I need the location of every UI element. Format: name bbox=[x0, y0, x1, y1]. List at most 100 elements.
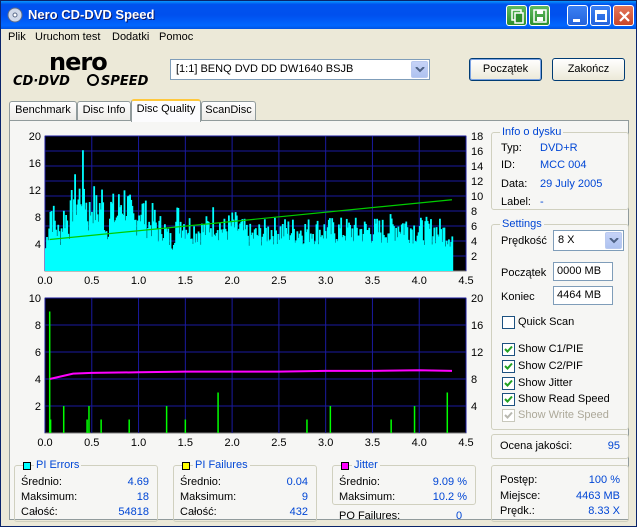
menu-help[interactable]: Pomoc bbox=[159, 31, 193, 43]
pi-errors-total-value: 54818 bbox=[118, 506, 149, 518]
pi-x-tick-label: 3.0 bbox=[318, 275, 333, 287]
position-label: Miejsce: bbox=[500, 490, 541, 502]
check-icon bbox=[504, 362, 513, 370]
quick-scan-option[interactable]: Quick Scan bbox=[502, 316, 622, 330]
save-button[interactable] bbox=[529, 5, 550, 26]
speed-select[interactable]: 8 X bbox=[553, 230, 624, 251]
pif-x-tick-label: 2.0 bbox=[224, 437, 239, 449]
save-icon bbox=[533, 9, 547, 23]
charts-area: 0.0 0.5 1.0 1.5 2.0 2.5 3.0 3.5 4.0 4.5 2 4 6 8 10 12 14… bbox=[29, 131, 484, 449]
minimize-icon bbox=[573, 19, 580, 22]
jitter-color-swatch bbox=[341, 462, 349, 470]
tab-benchmark[interactable]: Benchmark bbox=[9, 101, 77, 121]
menu-run-test[interactable]: Uruchom test bbox=[35, 31, 100, 43]
pif-x-tick-label: 0.0 bbox=[37, 437, 52, 449]
disc-info-title: Info o dysku bbox=[500, 126, 564, 138]
exit-button[interactable]: Zakończ bbox=[552, 58, 625, 81]
tab-scandisc[interactable]: ScanDisc bbox=[201, 101, 256, 121]
start-button[interactable]: Początek bbox=[469, 58, 542, 81]
menu-file[interactable]: Plik bbox=[8, 31, 26, 43]
start-label: Początek bbox=[501, 267, 547, 279]
quality-score-label: Ocena jakości: bbox=[500, 440, 573, 452]
pi-y-left-tick-label: 20 bbox=[29, 131, 41, 143]
quick-scan-label: Quick Scan bbox=[518, 316, 575, 328]
show-c2-checkbox[interactable] bbox=[502, 360, 515, 373]
show-c1-checkbox[interactable] bbox=[502, 343, 515, 356]
pif-y-right-tick-label: 16 bbox=[471, 320, 483, 332]
nero-logo: nero CD·DVD SPEED bbox=[13, 51, 149, 89]
pif-y-right-tick-label: 20 bbox=[471, 293, 483, 305]
disc-type-value: DVD+R bbox=[540, 142, 578, 154]
menu-extras[interactable]: Dodatki bbox=[112, 31, 149, 43]
pi-errors-color-swatch bbox=[23, 462, 31, 470]
pif-plot-background bbox=[44, 297, 467, 434]
pi-error-bar bbox=[451, 236, 454, 271]
chevron-down-icon bbox=[609, 238, 619, 244]
po-failures-label: PO Failures: bbox=[339, 510, 401, 522]
read-speed-label: Prędk.: bbox=[500, 505, 535, 517]
show-c1-option[interactable]: Show C1/PIE bbox=[502, 343, 622, 357]
pi-failures-total-value: 432 bbox=[289, 506, 308, 518]
tab-disc-info[interactable]: Disc Info bbox=[77, 101, 131, 121]
pif-y-left-tick-label: 2 bbox=[35, 401, 41, 413]
svg-text:nero: nero bbox=[49, 51, 107, 76]
minimize-button[interactable] bbox=[567, 5, 588, 26]
drive-dropdown-button[interactable] bbox=[411, 61, 428, 78]
drive-select-value: [1:1] BENQ DVD DD DW1640 BSJB bbox=[176, 63, 354, 75]
close-button[interactable] bbox=[613, 5, 634, 26]
disc-label-label: Label: bbox=[501, 196, 531, 208]
pi-x-tick-label: 0.5 bbox=[84, 275, 99, 287]
show-jitter-checkbox[interactable] bbox=[502, 377, 515, 390]
show-jitter-option[interactable]: Show Jitter bbox=[502, 377, 622, 391]
start-input-value: 0000 MB bbox=[557, 265, 602, 277]
check-icon bbox=[504, 411, 513, 419]
progress-box: Postęp: 100 % Miejsce: 4463 MB Prędk.: 8… bbox=[491, 465, 629, 522]
pi-x-tick-label: 1.5 bbox=[178, 275, 193, 287]
pi-failures-chart: 0.0 0.5 1.0 1.5 2.0 2.5 3.0 3.5 4.0 4.54812162024… bbox=[29, 293, 484, 449]
drive-select[interactable]: [1:1] BENQ DVD DD DW1640 BSJB bbox=[170, 59, 430, 80]
window-title: Nero CD-DVD Speed bbox=[28, 7, 155, 22]
maximize-button[interactable] bbox=[590, 5, 611, 26]
pi-failures-stats: PI Failures Średnio: 0.04 Maksimum: 9 Ca… bbox=[173, 459, 317, 522]
menu-bar: Plik Uruchom test Dodatki Pomoc bbox=[1, 29, 636, 47]
svg-text:CD·DVD: CD·DVD bbox=[13, 74, 70, 89]
pi-failures-color-swatch bbox=[182, 462, 190, 470]
pif-y-left-tick-label: 10 bbox=[29, 293, 41, 305]
quick-scan-checkbox[interactable] bbox=[502, 316, 515, 329]
disc-id-label: ID: bbox=[501, 159, 516, 171]
jitter-avg-value: 9.09 % bbox=[432, 476, 467, 488]
pif-y-left-tick-label: 8 bbox=[35, 320, 41, 332]
close-icon bbox=[619, 11, 630, 22]
settings-title: Settings bbox=[500, 218, 544, 230]
disc-id-value: MCC 004 bbox=[540, 159, 587, 171]
show-c2-option[interactable]: Show C2/PIF bbox=[502, 360, 622, 374]
jitter-avg-label: Średnio: bbox=[339, 476, 380, 488]
pi-failures-avg-value: 0.04 bbox=[286, 476, 308, 488]
pi-y-right-tick-label: 16 bbox=[471, 146, 483, 158]
pi-y-right-tick-label: 8 bbox=[471, 206, 477, 218]
pi-y-left-tick-label: 8 bbox=[35, 212, 41, 224]
speed-dropdown-button[interactable] bbox=[605, 232, 622, 249]
end-input-value: 4464 MB bbox=[557, 289, 602, 301]
pif-y-left-tick-label: 4 bbox=[35, 374, 41, 386]
pif-x-tick-label: 3.5 bbox=[365, 437, 380, 449]
app-icon bbox=[7, 7, 23, 23]
show-read-speed-label: Show Read Speed bbox=[518, 393, 610, 405]
pi-errors-max-value: 18 bbox=[136, 491, 149, 503]
pi-errors-chart: 0.0 0.5 1.0 1.5 2.0 2.5 3.0 3.5 4.0 4.5 2 4 6 8 10 12 14… bbox=[29, 131, 484, 287]
pi-y-right-tick-label: 18 bbox=[471, 131, 483, 143]
title-bar[interactable]: Nero CD-DVD Speed bbox=[1, 1, 636, 29]
check-icon bbox=[504, 379, 513, 387]
show-read-speed-checkbox[interactable] bbox=[502, 393, 515, 406]
show-read-speed-option[interactable]: Show Read Speed bbox=[502, 393, 627, 407]
tray-button[interactable] bbox=[506, 5, 527, 26]
pi-x-tick-label: 1.0 bbox=[131, 275, 146, 287]
disc-date-value: 29 July 2005 bbox=[540, 178, 603, 190]
pi-failures-max-label: Maksimum: bbox=[180, 491, 237, 503]
chevron-down-icon bbox=[415, 67, 425, 73]
pi-y-right-tick-label: 10 bbox=[471, 191, 483, 203]
pif-x-tick-label: 0.5 bbox=[84, 437, 99, 449]
start-input[interactable]: 0000 MB bbox=[553, 262, 613, 281]
end-input[interactable]: 4464 MB bbox=[553, 286, 613, 305]
tab-disc-quality[interactable]: Disc Quality bbox=[131, 99, 201, 122]
